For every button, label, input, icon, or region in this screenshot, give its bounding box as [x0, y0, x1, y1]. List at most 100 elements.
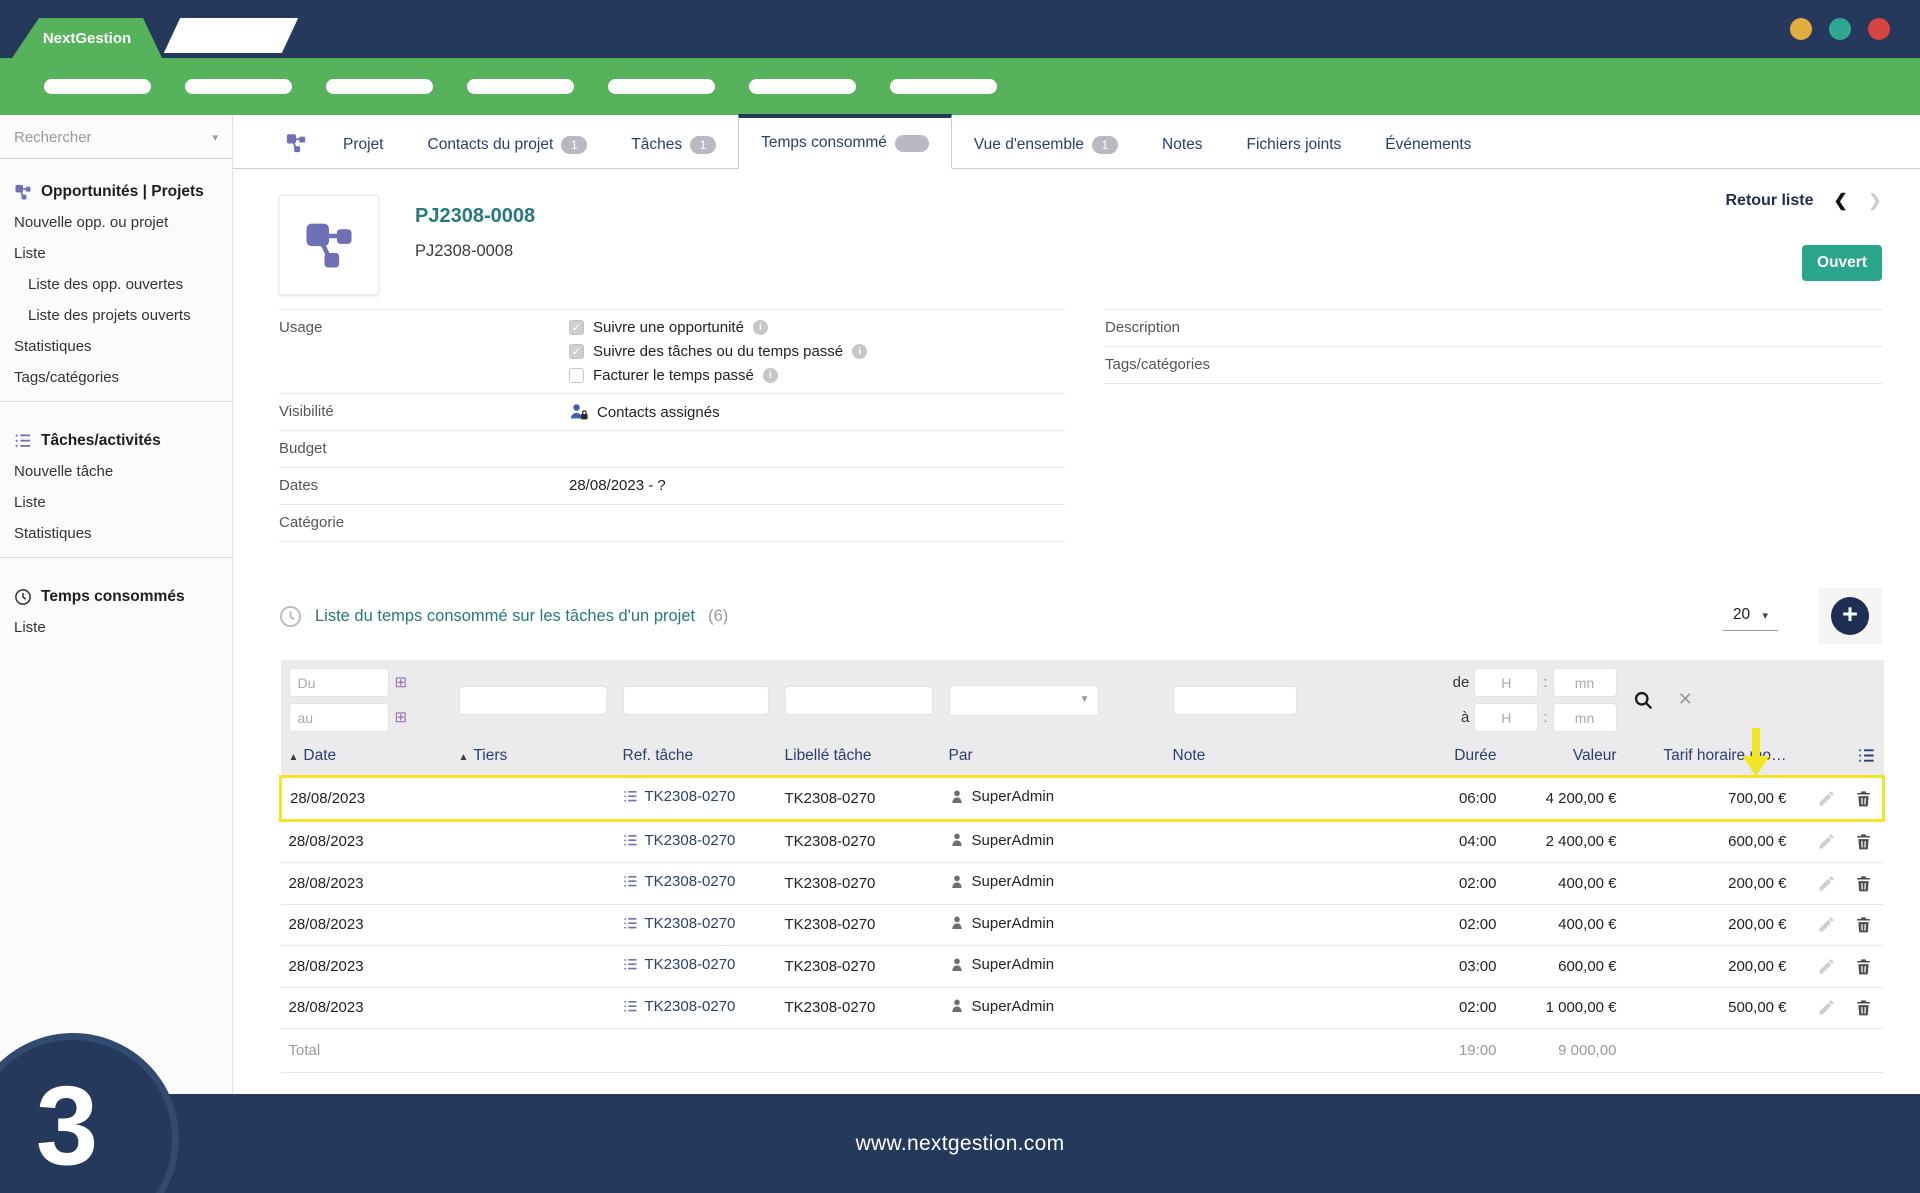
menu-item-placeholder[interactable] — [326, 79, 433, 94]
col-header-par[interactable]: Par — [941, 740, 1165, 777]
usage-option: Suivre des tâches ou du temps passé i — [569, 343, 1065, 360]
cell-duree: 06:00 — [1355, 777, 1505, 821]
user-name-link[interactable]: SuperAdmin — [972, 832, 1055, 849]
edit-pencil-icon[interactable] — [1817, 998, 1836, 1017]
sidebar-item-nouvelle-opp[interactable]: Nouvelle opp. ou projet — [0, 207, 232, 238]
sidebar-item-liste-temps[interactable]: Liste — [0, 612, 232, 643]
filter-time-to-min-input[interactable] — [1553, 703, 1617, 732]
tab-fichiers-joints[interactable]: Fichiers joints — [1225, 118, 1364, 168]
sidebar-title-taches-activites[interactable]: Tâches/activités — [0, 426, 232, 456]
add-time-button[interactable]: + — [1831, 597, 1869, 635]
sidebar-item-liste-projets-ouverts[interactable]: Liste des projets ouverts — [0, 300, 232, 331]
sidebar-item-liste-projets[interactable]: Liste — [0, 238, 232, 269]
filter-date-to-input[interactable] — [289, 703, 389, 732]
search-icon[interactable] — [1633, 690, 1654, 711]
menu-item-placeholder[interactable] — [185, 79, 292, 94]
sidebar: ▾ Opportunités | Projets Nouvelle opp. o… — [0, 115, 233, 1193]
calendar-icon[interactable]: ⊞ — [395, 675, 408, 690]
col-header-date[interactable]: ▲Date — [281, 740, 451, 777]
task-ref-link[interactable]: TK2308-0270 — [645, 788, 736, 805]
menu-item-placeholder[interactable] — [608, 79, 715, 94]
calendar-icon[interactable]: ⊞ — [395, 710, 408, 725]
filter-date-from-input[interactable] — [289, 668, 389, 697]
clock-icon — [279, 605, 302, 628]
col-header-valeur[interactable]: Valeur — [1505, 740, 1625, 777]
prev-record-icon[interactable]: ❮ — [1834, 191, 1848, 211]
sidebar-item-nouvelle-tache[interactable]: Nouvelle tâche — [0, 456, 232, 487]
back-to-list-link[interactable]: Retour liste — [1725, 192, 1813, 210]
sidebar-item-liste-opp-ouvertes[interactable]: Liste des opp. ouvertes — [0, 269, 232, 300]
user-name-link[interactable]: SuperAdmin — [972, 788, 1055, 805]
menu-item-placeholder[interactable] — [890, 79, 997, 94]
delete-trash-icon[interactable] — [1854, 998, 1873, 1017]
delete-trash-icon[interactable] — [1854, 789, 1873, 808]
col-header-ref-tache[interactable]: Ref. tâche — [615, 740, 777, 777]
field-usage: Usage Suivre une opportunité i Suivre de… — [279, 310, 1065, 394]
filter-par-select[interactable]: ▼ — [949, 685, 1099, 716]
filter-note-input[interactable] — [1173, 686, 1297, 715]
edit-pencil-icon[interactable] — [1817, 832, 1836, 851]
filter-ref-tache-input[interactable] — [623, 686, 769, 715]
filter-libelle-input[interactable] — [785, 686, 933, 715]
edit-pencil-icon[interactable] — [1817, 789, 1836, 808]
filter-time-to-hour-input[interactable] — [1474, 703, 1538, 732]
sidebar-item-statistiques-projets[interactable]: Statistiques — [0, 331, 232, 362]
delete-trash-icon[interactable] — [1854, 874, 1873, 893]
filter-tiers-input[interactable] — [459, 686, 607, 715]
tab-temps-consomme[interactable]: Temps consommé — [738, 114, 952, 169]
column-selector-icon[interactable] — [1795, 740, 1884, 777]
page-size-select[interactable]: 20 ▾ — [1723, 602, 1778, 631]
tab-taches[interactable]: Tâches1 — [609, 118, 738, 168]
tab-projet[interactable]: Projet — [321, 118, 406, 168]
task-ref-link[interactable]: TK2308-0270 — [645, 956, 736, 973]
total-duree: 19:00 — [1355, 1029, 1505, 1073]
brand-logo[interactable]: NextGestion — [12, 18, 162, 58]
delete-trash-icon[interactable] — [1854, 832, 1873, 851]
menu-item-placeholder[interactable] — [44, 79, 151, 94]
user-name-link[interactable]: SuperAdmin — [972, 998, 1055, 1015]
task-ref-link[interactable]: TK2308-0270 — [645, 915, 736, 932]
edit-pencil-icon[interactable] — [1817, 915, 1836, 934]
cell-ref-tache: TK2308-0270 — [615, 777, 777, 821]
edit-pencil-icon[interactable] — [1817, 874, 1836, 893]
task-ref-link[interactable]: TK2308-0270 — [645, 873, 736, 890]
user-name-link[interactable]: SuperAdmin — [972, 915, 1055, 932]
page: NextGestion ▾ — [0, 0, 1920, 1193]
usage-option: Suivre une opportunité i — [569, 319, 1065, 336]
sidebar-item-statistiques-taches[interactable]: Statistiques — [0, 518, 232, 549]
edit-pencil-icon[interactable] — [1817, 957, 1836, 976]
sidebar-title-opportunites-projets[interactable]: Opportunités | Projets — [0, 177, 232, 207]
sidebar-item-liste-taches[interactable]: Liste — [0, 487, 232, 518]
col-header-tarif[interactable]: Tarif horaire mo… — [1625, 740, 1795, 777]
delete-trash-icon[interactable] — [1854, 957, 1873, 976]
tab-contacts-du-projet[interactable]: Contacts du projet1 — [406, 118, 610, 168]
cell-note — [1165, 820, 1355, 863]
sidebar-title-temps-consommes[interactable]: Temps consommés — [0, 582, 232, 612]
tab-notes[interactable]: Notes — [1140, 118, 1225, 168]
checkbox-facturer-temps[interactable] — [569, 368, 584, 383]
task-ref-link[interactable]: TK2308-0270 — [645, 832, 736, 849]
user-name-link[interactable]: SuperAdmin — [972, 956, 1055, 973]
tab-evenements[interactable]: Événements — [1363, 118, 1493, 168]
col-header-tiers[interactable]: ▲Tiers — [451, 740, 615, 777]
delete-trash-icon[interactable] — [1854, 915, 1873, 934]
chevron-down-icon[interactable]: ▾ — [212, 131, 218, 144]
col-header-note[interactable]: Note — [1165, 740, 1355, 777]
checkbox-suivre-opportunite[interactable] — [569, 320, 584, 335]
sidebar-item-tags-categories[interactable]: Tags/catégories — [0, 362, 232, 393]
filter-time-from-hour-input[interactable] — [1474, 668, 1538, 697]
task-ref-link[interactable]: TK2308-0270 — [645, 998, 736, 1015]
table-total-row: Total19:009 000,00 — [281, 1029, 1884, 1073]
tab-vue-densemble[interactable]: Vue d'ensemble1 — [952, 118, 1140, 168]
menu-item-placeholder[interactable] — [749, 79, 856, 94]
checkbox-suivre-taches[interactable] — [569, 344, 584, 359]
search-input[interactable] — [14, 129, 218, 146]
cell-tiers — [451, 904, 615, 946]
col-header-libelle[interactable]: Libellé tâche — [777, 740, 941, 777]
clear-filters-icon[interactable]: ✕ — [1678, 689, 1693, 709]
user-icon — [949, 998, 965, 1014]
filter-time-from-min-input[interactable] — [1553, 668, 1617, 697]
col-header-duree[interactable]: Durée — [1355, 740, 1505, 777]
user-name-link[interactable]: SuperAdmin — [972, 873, 1055, 890]
menu-item-placeholder[interactable] — [467, 79, 574, 94]
